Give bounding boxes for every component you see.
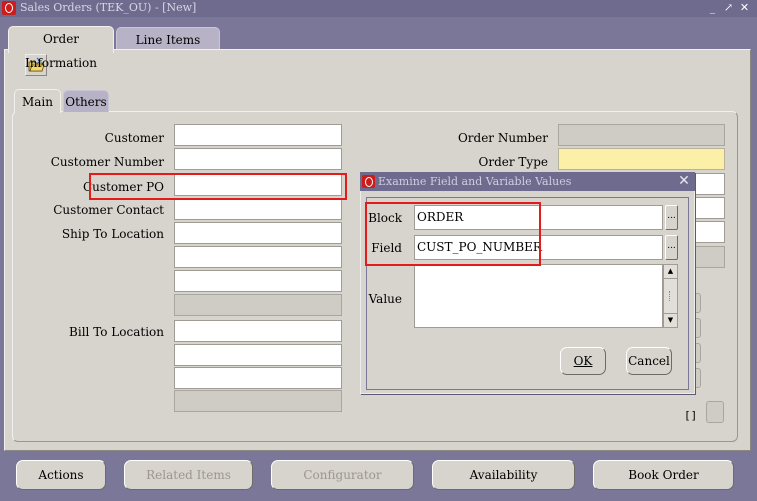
bill-to-address2-field[interactable] bbox=[174, 367, 342, 389]
ok-button-label: OK bbox=[573, 354, 593, 368]
tab-line-items-label: Line Items bbox=[135, 33, 201, 47]
restore-icon[interactable]: ↗ bbox=[722, 1, 735, 15]
ship-to-location-field[interactable] bbox=[174, 222, 342, 244]
dialog-close-icon[interactable]: ✕ bbox=[676, 173, 692, 189]
tab-line-items[interactable]: Line Items bbox=[116, 27, 220, 51]
customer-field[interactable] bbox=[174, 124, 342, 146]
ok-button[interactable]: OK bbox=[560, 347, 606, 375]
oracle-dialog-icon bbox=[362, 175, 375, 188]
scroll-down-icon[interactable]: ▼ bbox=[664, 313, 677, 327]
tab-order-information-label: Order Information bbox=[24, 32, 98, 70]
tab-others[interactable]: Others bbox=[63, 90, 109, 112]
block-field-highlight bbox=[365, 202, 541, 266]
currency-field bbox=[694, 246, 725, 268]
availability-button-label: Availability bbox=[469, 468, 538, 482]
examine-dialog-title: Examine Field and Variable Values bbox=[378, 175, 572, 188]
customer-contact-field[interactable] bbox=[174, 198, 342, 220]
tab-others-label: Others bbox=[65, 95, 107, 109]
bill-to-address1-field[interactable] bbox=[174, 344, 342, 366]
actions-button[interactable]: Actions bbox=[16, 460, 106, 490]
related-items-button-label: Related Items bbox=[146, 468, 231, 482]
order-type-label: Order Type bbox=[478, 155, 548, 169]
oracle-app-icon bbox=[2, 1, 16, 15]
cancel-button-label: Cancel bbox=[628, 354, 670, 368]
actions-button-label: Actions bbox=[38, 468, 84, 482]
order-type-field[interactable] bbox=[558, 148, 725, 170]
ship-to-location-label: Ship To Location bbox=[61, 227, 164, 241]
customer-number-label: Customer Number bbox=[50, 155, 164, 169]
customer-contact-label: Customer Contact bbox=[53, 203, 164, 217]
ship-to-address2-field[interactable] bbox=[174, 270, 342, 292]
bill-to-address3-field bbox=[174, 390, 342, 412]
value-label: Value bbox=[368, 292, 402, 306]
value-textarea[interactable] bbox=[414, 264, 663, 328]
value-scrollbar[interactable]: ▲ ▼ bbox=[663, 264, 678, 328]
window-title: Sales Orders (TEK_OU) - [New] bbox=[20, 1, 197, 14]
bracket-indicator: [] bbox=[684, 409, 698, 422]
tab-main[interactable]: Main bbox=[14, 89, 61, 113]
availability-button[interactable]: Availability bbox=[432, 460, 575, 490]
book-order-button-label: Book Order bbox=[628, 468, 699, 482]
order-number-label: Order Number bbox=[457, 131, 548, 145]
customer-field-right[interactable] bbox=[694, 197, 725, 219]
close-icon[interactable]: ✕ bbox=[738, 1, 751, 15]
book-order-button[interactable]: Book Order bbox=[593, 460, 734, 490]
customer-number-field[interactable] bbox=[174, 148, 342, 170]
bill-to-location-field[interactable] bbox=[174, 320, 342, 342]
customer-label: Customer bbox=[104, 131, 164, 145]
cancel-button[interactable]: Cancel bbox=[626, 347, 672, 375]
flex-field-button[interactable] bbox=[706, 401, 724, 423]
order-number-field bbox=[558, 124, 725, 146]
tab-order-information[interactable]: Order Information bbox=[8, 26, 114, 70]
field-lov-button[interactable]: ... bbox=[665, 235, 678, 260]
scroll-up-icon[interactable]: ▲ bbox=[664, 265, 677, 279]
ship-to-address3-field bbox=[174, 294, 342, 316]
ship-to-address1-field[interactable] bbox=[174, 246, 342, 268]
configurator-button-label: Configurator bbox=[303, 468, 382, 482]
tab-main-label: Main bbox=[21, 95, 53, 109]
customer-po-highlight bbox=[89, 173, 347, 200]
configurator-button: Configurator bbox=[271, 460, 414, 490]
minimize-icon[interactable]: _ bbox=[706, 1, 719, 15]
price-list-field[interactable] bbox=[694, 221, 725, 243]
related-items-button: Related Items bbox=[124, 460, 253, 490]
scroll-grip-icon bbox=[669, 291, 672, 301]
bill-to-location-label: Bill To Location bbox=[69, 325, 164, 339]
date-ordered-field[interactable] bbox=[694, 173, 725, 195]
block-lov-button[interactable]: ... bbox=[665, 205, 678, 230]
